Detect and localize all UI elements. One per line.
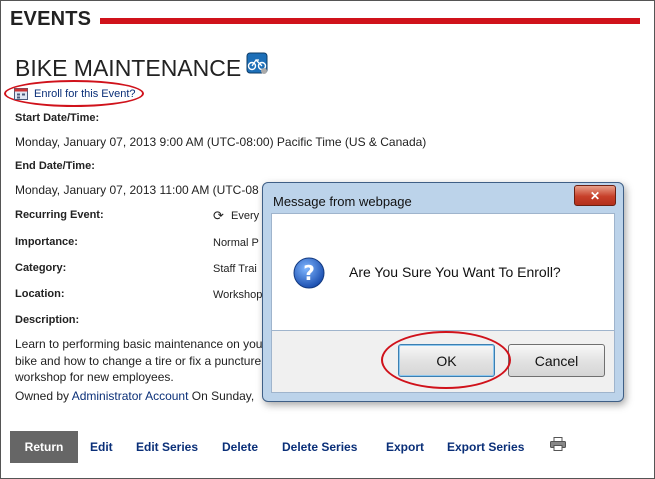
owned-suffix: On Sunday, xyxy=(191,389,255,403)
edit-series-button[interactable]: Edit Series xyxy=(136,440,198,454)
ok-highlight-oval xyxy=(381,331,511,389)
close-icon: ✕ xyxy=(589,188,601,203)
dialog-title: Message from webpage xyxy=(273,194,412,209)
enroll-link[interactable]: Enroll for this Event? xyxy=(14,87,136,100)
description-line: workshop for new employees. xyxy=(15,370,174,384)
return-button[interactable]: Return xyxy=(10,431,78,463)
owner-link[interactable]: Administrator Account xyxy=(72,389,189,403)
action-toolbar: Return Edit Edit Series Delete Delete Se… xyxy=(0,429,655,465)
importance-value: Normal P xyxy=(213,237,259,249)
question-icon: ? xyxy=(293,257,325,289)
category-label: Category: xyxy=(15,262,67,274)
recurring-label: Recurring Event: xyxy=(15,209,104,221)
end-value: Monday, January 07, 2013 11:00 AM (UTC-0… xyxy=(15,183,259,197)
printer-icon[interactable] xyxy=(550,437,566,451)
confirm-dialog: Message from webpage ✕ ? Are You Sure Yo… xyxy=(262,182,624,402)
enroll-link-label[interactable]: Enroll for this Event? xyxy=(34,88,136,100)
svg-text:?: ? xyxy=(303,261,315,285)
dialog-close-button[interactable]: ✕ xyxy=(574,185,616,206)
enroll-icon xyxy=(14,88,28,100)
export-series-button[interactable]: Export Series xyxy=(447,440,524,454)
bike-icon[interactable] xyxy=(246,52,268,74)
description-label: Description: xyxy=(15,314,80,326)
category-value: Staff Trai xyxy=(213,263,257,275)
start-value: Monday, January 07, 2013 9:00 AM (UTC-08… xyxy=(15,135,427,149)
importance-label: Importance: xyxy=(15,236,78,248)
location-value: Workshop xyxy=(213,289,263,301)
description-text: Learn to performing basic maintenance on… xyxy=(15,336,275,386)
recurring-value: Every xyxy=(231,210,260,222)
header-accent-bar xyxy=(100,18,640,24)
location-label: Location: xyxy=(15,288,65,300)
edit-button[interactable]: Edit xyxy=(90,440,113,454)
delete-button[interactable]: Delete xyxy=(222,440,258,454)
owned-prefix: Owned by xyxy=(15,389,70,403)
start-label: Start Date/Time: xyxy=(15,112,100,124)
owned-by-line: Owned by Administrator Account On Sunday… xyxy=(15,389,254,403)
recurring-icon: ⟳ xyxy=(213,208,224,223)
end-label: End Date/Time: xyxy=(15,160,95,172)
dialog-message: Are You Sure You Want To Enroll? xyxy=(349,264,561,280)
description-line: bike and how to change a tire or fix a p… xyxy=(15,353,262,368)
description-line: Learn to performing basic maintenance on… xyxy=(15,337,263,351)
event-title: BIKE MAINTENANCE xyxy=(15,55,242,81)
cancel-button[interactable]: Cancel xyxy=(508,344,605,377)
export-button[interactable]: Export xyxy=(386,440,424,454)
page-title: EVENTS xyxy=(10,8,92,30)
delete-series-button[interactable]: Delete Series xyxy=(282,440,357,454)
